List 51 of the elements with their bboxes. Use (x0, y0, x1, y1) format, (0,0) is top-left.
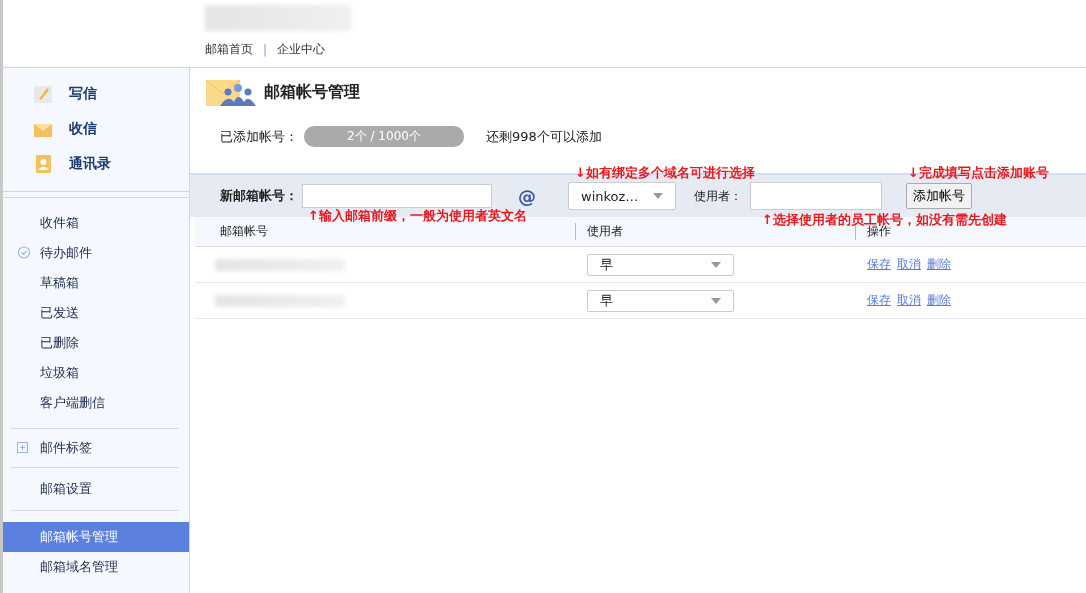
sidebar-item[interactable]: 邮箱帐号管理 (3, 522, 189, 552)
caret-icon (711, 297, 721, 304)
sidebar-item[interactable]: 邮箱域名管理 (3, 552, 189, 582)
action-link[interactable]: 保存 (867, 292, 891, 309)
mail-people-icon (206, 78, 256, 106)
add-account-button[interactable]: 添加帐号 (906, 183, 972, 209)
added-label: 已添加帐号： (220, 127, 298, 146)
account-count: 2个 / 1000个 (304, 126, 464, 147)
caret-icon (711, 261, 721, 268)
contact-card-icon (33, 153, 53, 174)
action-link[interactable]: 删除 (927, 256, 951, 273)
sidebar-item[interactable]: 通讯录 (3, 146, 189, 181)
folder-item[interactable]: 待办邮件 (3, 238, 189, 268)
header-link[interactable]: 邮箱首页 (205, 41, 253, 58)
action-link[interactable]: 取消 (897, 292, 921, 309)
user-select[interactable]: 早 (587, 253, 734, 276)
remaining-text: 还剩998个可以添加 (486, 127, 602, 146)
sidebar-item[interactable]: 收信 (3, 111, 189, 146)
sidebar-item[interactable]: 邮箱设置 (3, 474, 189, 504)
column-header: 邮箱帐号 (219, 223, 269, 240)
expand-icon (17, 441, 28, 453)
action-link[interactable]: 删除 (927, 292, 951, 309)
annotation: ↓如有绑定多个域名可进行选择 (575, 164, 755, 182)
user-select[interactable]: 早 (587, 289, 734, 312)
action-link[interactable]: 取消 (897, 256, 921, 273)
folder-item[interactable]: 收件箱 (3, 208, 189, 238)
tags-item[interactable]: 邮件标签 (3, 433, 189, 463)
folder-item[interactable]: 已发送 (3, 298, 189, 328)
folder-item[interactable]: 垃圾箱 (3, 358, 189, 388)
sidebar-label: 收信 (69, 119, 97, 138)
caret-icon (653, 193, 663, 199)
user-label: 使用者： (694, 187, 742, 205)
clock-check-icon (17, 244, 31, 259)
annotation: ↑输入邮箱前缀，一般为使用者英文名 (308, 207, 527, 225)
separator: | (263, 42, 268, 57)
action-link[interactable]: 保存 (867, 256, 891, 273)
header-link[interactable]: 企业中心 (277, 41, 326, 58)
domain-select[interactable]: winkoz… (568, 182, 676, 210)
page-title: 邮箱帐号管理 (264, 81, 360, 103)
sidebar-label: 通讯录 (69, 154, 111, 173)
folder-item[interactable]: 已删除 (3, 328, 189, 358)
at-sign: @ (518, 185, 536, 207)
pencil-note-icon (33, 83, 53, 104)
folder-item[interactable]: 草稿箱 (3, 268, 189, 298)
folder-item[interactable]: 客户端删信 (3, 388, 189, 418)
sidebar-label: 写信 (69, 84, 97, 103)
user-input[interactable] (750, 182, 882, 210)
annotation: ↓完成填写点击添加账号 (908, 164, 1049, 182)
account-label: 新邮箱帐号： (220, 187, 298, 205)
sidebar-item[interactable]: 写信 (3, 76, 189, 111)
account-input[interactable] (302, 184, 492, 208)
